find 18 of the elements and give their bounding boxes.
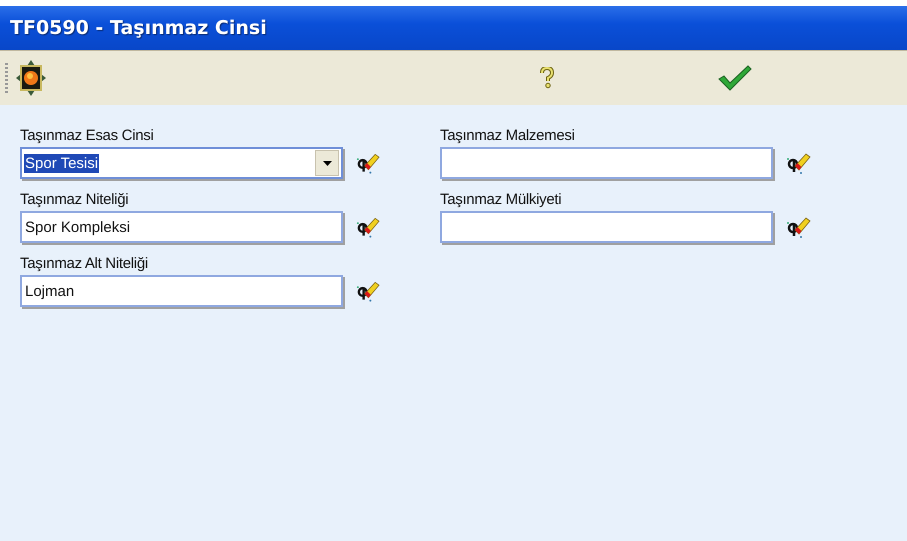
dropdown-button[interactable]: [315, 150, 340, 176]
field-label: Taşınmaz Malzemesi: [440, 127, 576, 144]
help-icon: [540, 67, 554, 89]
help-button[interactable]: [538, 65, 556, 91]
window-title: TF0590 - Taşınmaz Cinsi: [10, 17, 267, 39]
field-label: Taşınmaz Mülkiyeti: [440, 191, 562, 208]
dropdown-field[interactable]: Spor Tesisi: [20, 147, 344, 179]
field-label: Taşınmaz Esas Cinsi: [20, 127, 155, 144]
field-label: Taşınmaz Niteliği: [20, 191, 130, 208]
checkmark-icon: [718, 65, 752, 91]
field-label: Taşınmaz Alt Niteliği: [20, 255, 149, 272]
input-field[interactable]: [440, 211, 773, 243]
input-field[interactable]: [440, 147, 773, 179]
confirm-button[interactable]: [716, 63, 754, 93]
lantern-button[interactable]: [14, 58, 48, 98]
input-field[interactable]: Spor Kompleksi: [20, 211, 344, 243]
input-field[interactable]: Lojman: [20, 275, 344, 307]
caret-icon: [322, 160, 332, 166]
